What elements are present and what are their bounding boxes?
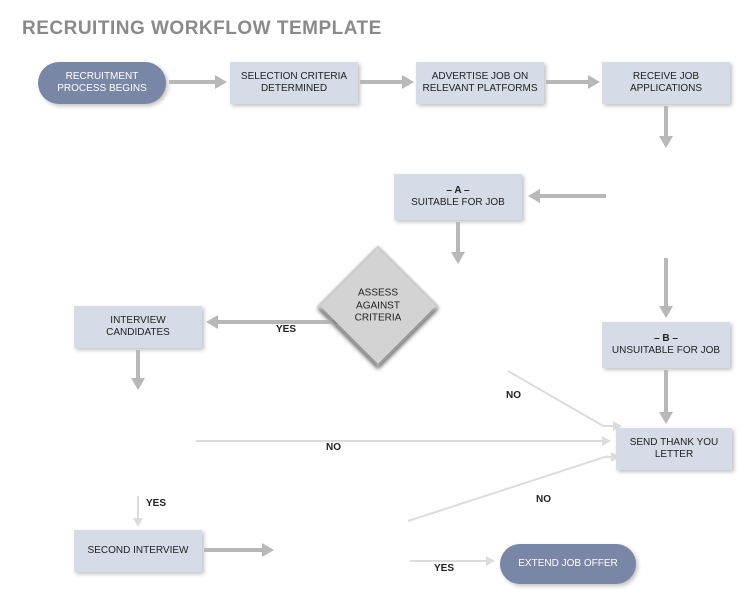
arrow-categorize-to-b — [664, 258, 668, 308]
arrow-assess1-no-end — [603, 425, 615, 427]
node-extend-offer: EXTEND JOB OFFER — [500, 544, 636, 584]
label-assess1-no: NO — [506, 390, 521, 401]
node-advertise: ADVERTISE JOB ON RELEVANT PLATFORMS — [416, 62, 544, 104]
node-selection: SELECTION CRITERIA DETERMINED — [230, 62, 358, 104]
arrow-second-to-assess3 — [204, 548, 264, 552]
arrow-categorize-to-a — [538, 194, 606, 198]
label-assess1-yes: YES — [276, 324, 296, 335]
label-assess2-yes: YES — [146, 498, 166, 509]
arrow-start-to-selection — [169, 80, 217, 84]
node-second-interview-label: SECOND INTERVIEW — [88, 545, 189, 558]
node-category-b-label: UNSUITABLE FOR JOB — [612, 345, 720, 358]
arrow-assess2-yes — [137, 496, 139, 520]
label-assess3-yes: YES — [434, 563, 454, 574]
arrow-advertise-to-receive — [546, 80, 590, 84]
arrow-assess3-no — [408, 455, 608, 522]
node-selection-label: SELECTION CRITERIA DETERMINED — [234, 71, 354, 96]
arrow-assess3-yes — [410, 560, 488, 562]
arrow-interview-to-assess2 — [136, 350, 140, 380]
arrow-assess1-no — [508, 370, 604, 427]
node-interview-label: INTERVIEW CANDIDATES — [78, 315, 198, 340]
page-title: RECRUITING WORKFLOW TEMPLATE — [22, 18, 382, 40]
node-advertise-label: ADVERTISE JOB ON RELEVANT PLATFORMS — [420, 71, 540, 96]
node-category-b: – B – UNSUITABLE FOR JOB — [602, 322, 730, 368]
node-start-label: RECRUITMENT PROCESS BEGINS — [42, 71, 162, 96]
node-receive: RECEIVE JOB APPLICATIONS — [602, 62, 730, 104]
node-second-interview: SECOND INTERVIEW — [74, 530, 202, 572]
node-extend-offer-label: EXTEND JOB OFFER — [518, 558, 617, 571]
node-category-a-top: – A – — [446, 185, 469, 198]
arrow-a-to-assess1 — [456, 222, 460, 254]
node-thanks: SEND THANK YOU LETTER — [616, 428, 732, 470]
node-category-a: – A – SUITABLE FOR JOB — [394, 174, 522, 220]
node-start: RECRUITMENT PROCESS BEGINS — [38, 62, 166, 104]
arrow-receive-to-categorize — [664, 106, 668, 138]
arrow-assess2-no — [196, 440, 604, 442]
node-category-b-top: – B – — [654, 333, 678, 346]
node-receive-label: RECEIVE JOB APPLICATIONS — [606, 71, 726, 96]
arrow-assess3-no-end — [605, 456, 613, 458]
arrow-b-to-thanks — [664, 370, 668, 414]
node-assess3-label: ASSESS AGAINST CRITERIA — [323, 287, 433, 325]
node-interview: INTERVIEW CANDIDATES — [74, 306, 202, 348]
label-assess2-no: NO — [326, 442, 341, 453]
arrow-selection-to-advertise — [360, 80, 404, 84]
node-thanks-label: SEND THANK YOU LETTER — [620, 437, 728, 462]
label-assess3-no: NO — [536, 494, 551, 505]
node-category-a-label: SUITABLE FOR JOB — [411, 197, 505, 210]
